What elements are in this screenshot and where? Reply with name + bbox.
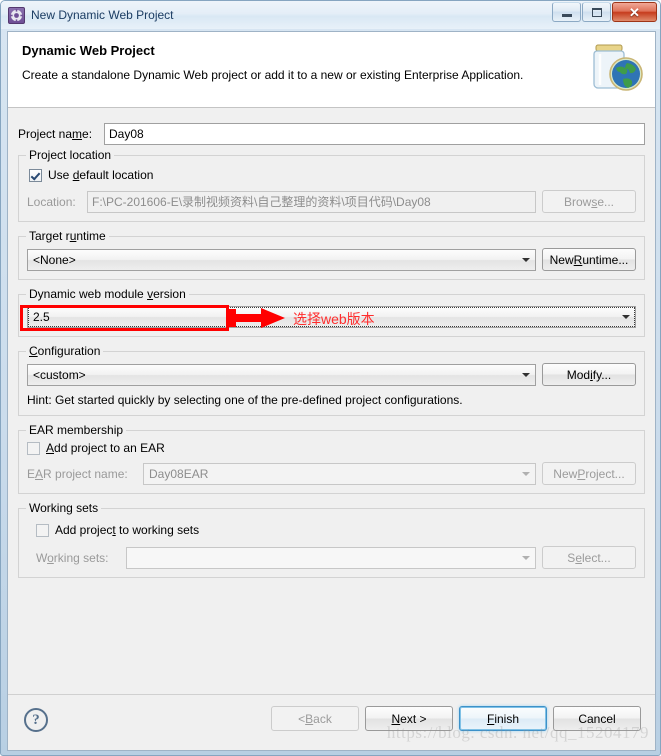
modify-button[interactable]: Mod i fy... [542,363,636,386]
project-name-input[interactable]: Day08 [104,123,645,145]
maximize-button[interactable] [582,2,611,22]
dialog-footer: ? < Back Next > Finish Cancel https://bl… [8,694,655,750]
add-to-working-sets-row[interactable]: Add project to working sets [36,523,636,537]
working-sets-combo [126,546,536,569]
target-runtime-combo[interactable]: <None> [27,248,536,271]
ear-project-name-combo: Day08EAR [143,462,536,485]
project-name-row: Project name: Day08 [18,123,645,145]
dialog-window: New Dynamic Web Project ✕ Dynamic Web Pr… [0,0,661,756]
add-to-ear-row[interactable]: Add project to an EAR [27,441,636,455]
location-input: F:\PC-201606-E\录制视频资料\自己整理的资料\项目代码\Day08 [87,190,536,213]
configuration-row: <custom> Mod i fy... [27,363,636,386]
close-icon: ✕ [629,4,640,20]
watermark: https://blog. csdn. net/qq_15204179 [386,723,649,742]
title-bar: New Dynamic Web Project ✕ [1,1,660,29]
working-sets-group: Working sets Add project to working sets… [18,501,645,578]
module-version-caption: Dynamic web module version [26,287,189,301]
location-label: Location: [27,194,76,209]
ear-project-name-label: EAR project name: [27,466,128,481]
back-button: < Back [271,706,359,731]
wizard-content: Project name: Day08 Project location Use… [8,108,655,694]
jar-globe-icon [583,37,649,101]
ear-project-name-row: EAR project name: Day08EAR New Project..… [27,462,636,485]
target-runtime-caption: Target runtime [26,229,109,243]
dialog-body: Dynamic Web Project Create a standalone … [7,31,656,751]
minimize-icon [561,13,572,17]
window-title: New Dynamic Web Project [31,8,174,22]
add-to-ear-checkbox[interactable] [27,441,40,455]
ear-membership-group: EAR membership Add project to an EAR EAR… [18,423,645,494]
add-to-working-sets-checkbox[interactable] [36,523,49,537]
add-to-working-sets-label: Add project to working sets [55,523,200,537]
target-runtime-group: Target runtime <None> New Runtime... [18,229,645,280]
configuration-hint: Hint: Get started quickly by selecting o… [27,393,463,407]
ear-membership-caption: EAR membership [26,423,127,437]
chevron-down-icon [517,365,535,385]
working-sets-label: Working sets: [36,550,109,565]
annotation-label: 选择web版本 [293,311,375,327]
configuration-combo[interactable]: <custom> [27,363,536,386]
gear-icon [8,6,25,24]
working-sets-row: Working sets: Se lect... [36,546,636,569]
working-sets-caption: Working sets [26,501,102,515]
chevron-down-icon [517,250,535,270]
chevron-down-icon [517,464,535,484]
location-row: Location: F:\PC-201606-E\录制视频资料\自己整理的资料\… [27,190,636,213]
close-button[interactable]: ✕ [612,2,657,22]
new-ear-project-button: New Project... [542,462,636,485]
project-name-label: Project name: [18,127,93,141]
help-icon[interactable]: ? [24,708,48,732]
project-location-group: Project location Use default location Lo… [18,148,645,222]
browse-button: Brow s e... [542,190,636,213]
chevron-down-icon [517,548,535,568]
minimize-button[interactable] [552,2,581,22]
caption-buttons: ✕ [552,2,657,22]
configuration-caption: Configuration [26,344,104,358]
use-default-location-label: Use default location [48,168,154,182]
project-location-caption: Project location [26,148,115,162]
page-title: Dynamic Web Project [22,43,155,58]
wizard-banner: Dynamic Web Project Create a standalone … [8,32,655,108]
new-runtime-button[interactable]: New Runtime... [542,248,636,271]
use-default-location-checkbox[interactable] [29,168,42,182]
use-default-location-row[interactable]: Use default location [29,168,636,182]
chevron-down-icon [617,307,635,327]
add-to-ear-label: Add project to an EAR [46,441,165,455]
configuration-group: Configuration <custom> Mod i fy... Hint: G… [18,344,645,416]
check-icon [31,171,40,180]
maximize-icon [591,7,602,17]
select-working-sets-button: Se lect... [542,546,636,569]
page-description: Create a standalone Dynamic Web project … [22,68,524,82]
target-runtime-row: <None> New Runtime... [27,248,636,271]
